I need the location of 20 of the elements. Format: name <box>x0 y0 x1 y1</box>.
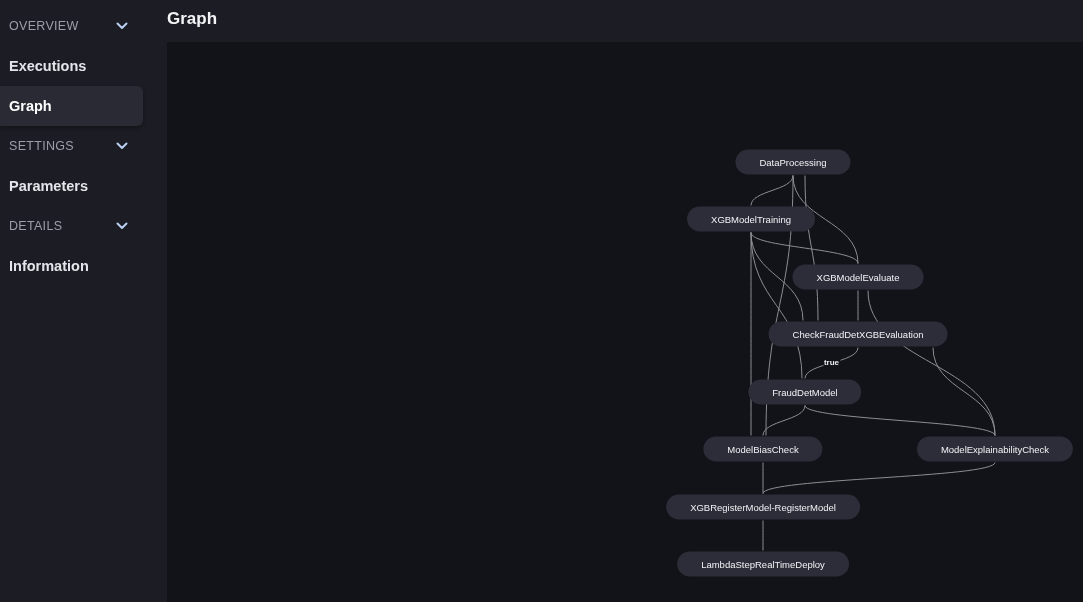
page-title: Graph <box>167 9 218 30</box>
graph-node[interactable]: XGBModelEvaluate <box>792 264 924 290</box>
edge-label: true <box>822 358 841 368</box>
nav-item[interactable]: Information <box>0 246 143 286</box>
graph-node[interactable]: XGBModelTraining <box>687 206 815 232</box>
section-header[interactable]: DETAILS <box>0 206 143 246</box>
graph-node[interactable]: DataProcessing <box>735 149 851 175</box>
connector-line <box>857 290 859 321</box>
graph-node[interactable]: XGBRegisterModel-RegisterModel <box>666 494 860 520</box>
graph-node[interactable]: FraudDetModel <box>748 379 862 405</box>
graph-node[interactable]: CheckFraudDetXGBEvaluation <box>768 321 948 347</box>
section-header[interactable]: SETTINGS <box>0 126 143 166</box>
nav-item[interactable]: Executions <box>0 46 143 86</box>
graph-node[interactable]: ModelBiasCheck <box>703 436 823 462</box>
graph-node[interactable]: LambdaStepRealTimeDeploy <box>677 551 849 577</box>
connector-line <box>762 520 764 551</box>
graph-node[interactable]: ModelExplainabilityCheck <box>916 436 1074 462</box>
section-header[interactable]: OVERVIEW <box>0 6 143 46</box>
nav-item[interactable]: Graph <box>0 86 143 126</box>
nav-item[interactable]: Parameters <box>0 166 143 206</box>
